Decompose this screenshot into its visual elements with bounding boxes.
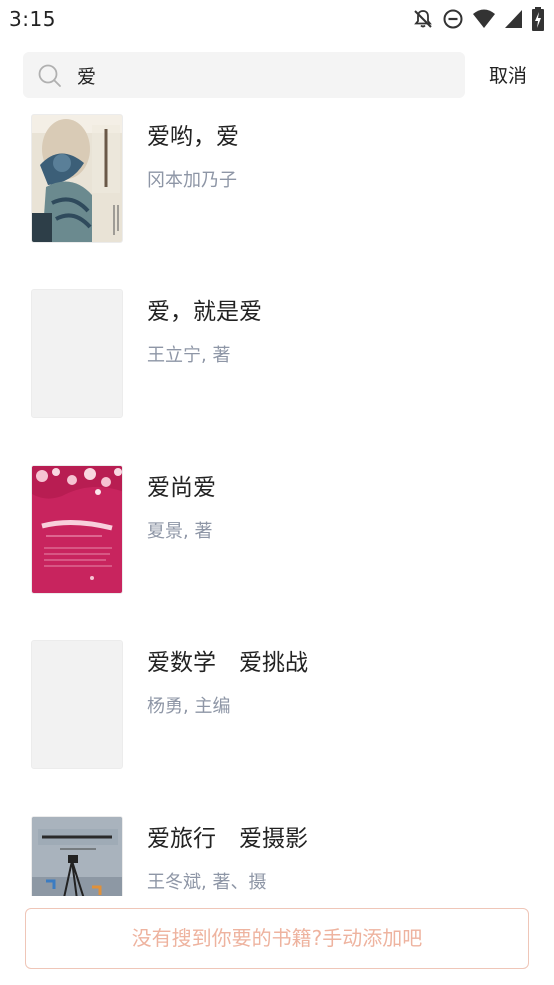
book-cover (31, 114, 123, 243)
list-item[interactable]: 爱，就是爱 王立宁, 著 (0, 275, 554, 451)
book-author: 王冬斌, 著、摄 (147, 872, 267, 893)
book-title: 爱哟，爱 (147, 124, 239, 150)
search-row: 取消 (0, 52, 554, 99)
status-time: 3:15 (9, 7, 56, 31)
status-icons (412, 7, 544, 31)
do-not-disturb-icon (442, 8, 464, 30)
add-book-manually-button[interactable]: 没有搜到你要的书籍?手动添加吧 (25, 908, 529, 969)
book-author: 冈本加乃子 (147, 170, 237, 191)
search-results-list: 爱哟，爱 冈本加乃子 爱，就是爱 王立宁, 著 爱尚爱 夏景, 著 爱数学 爱挑… (0, 100, 554, 896)
signal-icon (504, 8, 524, 30)
status-bar: 3:15 (0, 0, 554, 38)
search-input[interactable] (77, 52, 447, 98)
list-item[interactable]: 爱尚爱 夏景, 著 (0, 451, 554, 627)
cancel-button[interactable]: 取消 (489, 61, 527, 88)
list-item[interactable]: 爱数学 爱挑战 杨勇, 主编 (0, 626, 554, 802)
book-author: 王立宁, 著 (147, 345, 231, 366)
search-box[interactable] (23, 52, 465, 98)
search-icon (37, 63, 63, 93)
list-item[interactable]: 爱哟，爱 冈本加乃子 (0, 100, 554, 276)
wifi-icon (472, 8, 496, 30)
book-title: 爱，就是爱 (147, 299, 262, 325)
book-cover (31, 465, 123, 594)
book-cover (31, 816, 123, 896)
battery-charging-icon (532, 7, 544, 31)
list-item[interactable]: 爱旅行 爱摄影 王冬斌, 著、摄 (0, 802, 554, 896)
book-author: 杨勇, 主编 (147, 696, 231, 717)
book-title: 爱数学 爱挑战 (147, 650, 308, 676)
notifications-off-icon (412, 8, 434, 30)
book-cover-placeholder (31, 289, 123, 418)
book-title: 爱旅行 爱摄影 (147, 826, 308, 852)
book-title: 爱尚爱 (147, 475, 216, 501)
book-cover-placeholder (31, 640, 123, 769)
book-author: 夏景, 著 (147, 521, 213, 542)
